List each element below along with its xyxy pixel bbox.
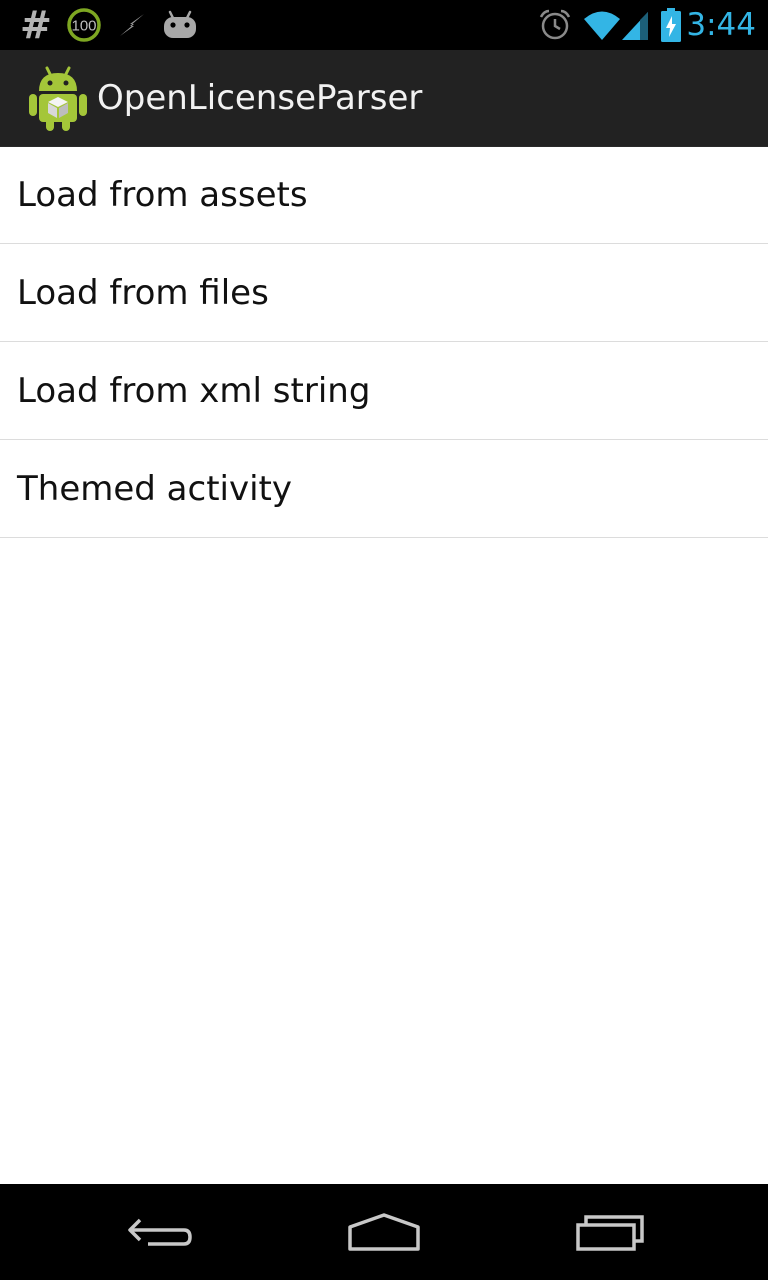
list-item-themed-activity[interactable]: Themed activity [0,440,768,538]
list-item-load-from-xml-string[interactable]: Load from xml string [0,342,768,440]
battery-charging-icon [660,0,682,50]
home-icon[interactable] [344,1204,424,1260]
list-item-load-from-files[interactable]: Load from files [0,244,768,342]
status-bar: # 100 3:44 [0,0,768,50]
list-item-label: Load from files [17,272,269,313]
android-debug-icon [160,0,200,50]
list-item-label: Themed activity [17,468,292,509]
android-app-icon[interactable] [28,66,88,132]
alarm-icon [538,0,572,50]
battery-100-text: 100 [71,18,96,35]
recents-icon[interactable] [570,1204,650,1260]
clock-time: 3:44 [686,7,756,43]
hash-icon: # [20,3,52,47]
list-item-label: Load from assets [17,174,308,215]
wifi-icon [582,0,622,50]
signal-icon [620,0,650,50]
battery-100-icon: 100 [66,0,102,50]
list-item-load-from-assets[interactable]: Load from assets [0,146,768,244]
action-bar: OpenLicenseParser [0,50,768,147]
navigation-bar [0,1184,768,1280]
menu-list: Load from assets Load from files Load fr… [0,146,768,538]
list-item-label: Load from xml string [17,370,371,411]
flash-icon [114,0,150,50]
app-title: OpenLicenseParser [97,78,423,118]
back-icon[interactable] [120,1204,200,1260]
